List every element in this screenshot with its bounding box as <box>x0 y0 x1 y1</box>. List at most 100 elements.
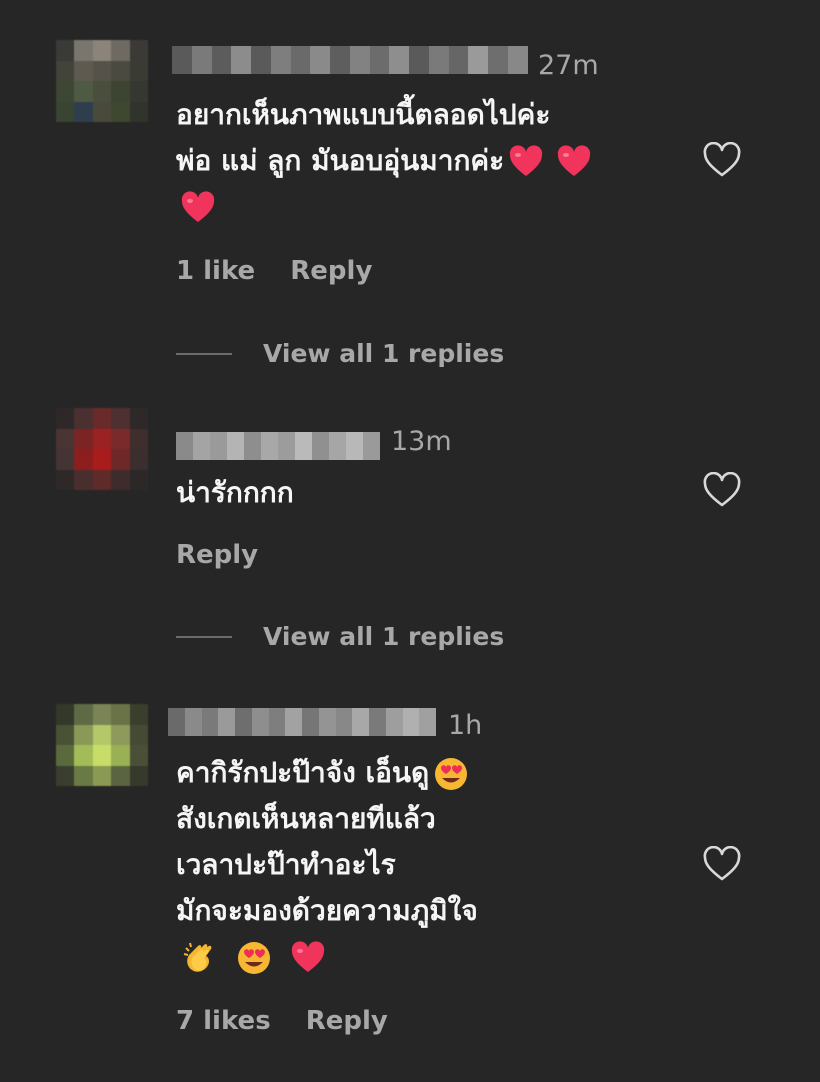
comment-meta: 7 likes Reply <box>176 1006 388 1036</box>
username-mosaic-cell <box>419 708 436 736</box>
username-mosaic-cell <box>285 708 302 736</box>
like-heart-icon[interactable] <box>702 142 742 178</box>
username-mosaic-cell <box>226 432 244 460</box>
username-mosaic-cell <box>345 432 363 460</box>
comment-line: สังเกตเห็นหลายทีแล้ว <box>176 802 436 835</box>
blurred-username[interactable] <box>168 708 436 736</box>
avatar-mosaic-cell <box>92 40 112 61</box>
avatar-mosaic-cell <box>56 724 75 745</box>
heart-emoji-icon <box>291 941 324 972</box>
avatar[interactable] <box>56 704 148 786</box>
avatar-mosaic-cell <box>56 40 75 61</box>
avatar-mosaic-cell <box>129 101 148 122</box>
blurred-username[interactable] <box>172 46 528 74</box>
avatar-mosaic-cell <box>92 704 112 725</box>
comment-time: 1h <box>448 710 483 741</box>
like-heart-icon[interactable] <box>702 846 742 882</box>
avatar-mosaic-cell <box>74 765 93 786</box>
avatar-mosaic-cell <box>111 449 130 470</box>
avatar-mosaic-cell <box>56 81 75 102</box>
avatar-mosaic-cell <box>74 60 93 81</box>
avatar-mosaic-cell <box>129 449 148 470</box>
comment-time: 13m <box>391 426 452 457</box>
avatar-mosaic-cell <box>56 765 75 786</box>
username-mosaic-cell <box>448 46 469 74</box>
blurred-username[interactable] <box>176 432 380 460</box>
avatar-mosaic-cell <box>74 81 93 102</box>
username-mosaic-cell <box>349 46 370 74</box>
avatar-mosaic-cell <box>56 745 75 766</box>
username-mosaic-cell <box>294 432 312 460</box>
reply-button[interactable]: Reply <box>306 1006 388 1036</box>
avatar-mosaic-cell <box>111 81 130 102</box>
avatar-mosaic-cell <box>111 724 130 745</box>
avatar-mosaic-cell <box>56 408 75 429</box>
username-mosaic-cell <box>218 708 235 736</box>
avatar-mosaic-cell <box>56 469 75 490</box>
username-mosaic-cell <box>409 46 429 74</box>
avatar-mosaic-cell <box>129 81 148 102</box>
comment-line: อยากเห็นภาพแบบนี้ตลอดไปค่ะ <box>176 98 551 131</box>
avatar-mosaic-cell <box>92 408 112 429</box>
username-mosaic-cell <box>191 46 212 74</box>
username-mosaic-cell <box>277 432 295 460</box>
username-mosaic-cell <box>251 708 269 736</box>
reply-button[interactable]: Reply <box>290 256 372 286</box>
username-mosaic-cell <box>184 708 202 736</box>
avatar-mosaic-cell <box>111 40 130 61</box>
username-mosaic-cell <box>402 708 420 736</box>
avatar-mosaic-cell <box>129 745 148 766</box>
avatar-mosaic-cell <box>74 704 93 725</box>
username-mosaic-cell <box>468 46 489 74</box>
avatar-mosaic-cell <box>111 60 130 81</box>
username-mosaic-cell <box>508 46 528 74</box>
avatar-mosaic-cell <box>92 745 112 766</box>
avatar-mosaic-cell <box>111 469 130 490</box>
avatar-mosaic-cell <box>129 40 148 61</box>
avatar[interactable] <box>56 40 148 122</box>
avatar[interactable] <box>56 408 148 490</box>
username-mosaic-cell <box>211 46 232 74</box>
username-mosaic-cell <box>270 46 291 74</box>
username-mosaic-cell <box>235 708 252 736</box>
avatar-mosaic-cell <box>56 428 75 449</box>
username-mosaic-cell <box>335 708 353 736</box>
username-mosaic-cell <box>310 46 331 74</box>
avatar-mosaic-cell <box>111 765 130 786</box>
avatar-mosaic-cell <box>111 408 130 429</box>
avatar-mosaic-cell <box>56 101 75 122</box>
view-replies-button[interactable]: View all 1 replies <box>263 622 504 651</box>
comment-line: มักจะมองด้วยความภูมิใจ <box>176 894 478 927</box>
likes-count[interactable]: 1 like <box>176 256 255 286</box>
comment-line: พ่อ แม่ ลูก มันอบอุ่นมากค่ะ <box>176 138 592 184</box>
avatar-mosaic-cell <box>92 101 112 122</box>
avatar-mosaic-cell <box>74 408 93 429</box>
avatar-mosaic-cell <box>129 704 148 725</box>
avatar-mosaic-cell <box>111 704 130 725</box>
username-mosaic-cell <box>328 432 346 460</box>
username-mosaic-cell <box>369 708 386 736</box>
heart-eyes-emoji-icon <box>435 758 468 790</box>
like-heart-icon[interactable] <box>702 472 742 508</box>
comment-meta: Reply <box>176 540 258 570</box>
replies-divider <box>176 636 232 638</box>
username-mosaic-cell <box>330 46 350 74</box>
avatar-mosaic-cell <box>74 724 93 745</box>
avatar-mosaic-cell <box>129 765 148 786</box>
reply-button[interactable]: Reply <box>176 540 258 570</box>
username-mosaic-cell <box>172 46 192 74</box>
heart-emoji-icon <box>181 191 215 222</box>
username-mosaic-cell <box>243 432 261 460</box>
avatar-mosaic-cell <box>74 101 93 122</box>
username-mosaic-cell <box>192 432 210 460</box>
avatar-mosaic-cell <box>129 408 148 429</box>
view-replies-button[interactable]: View all 1 replies <box>263 339 504 368</box>
username-mosaic-cell <box>251 46 271 74</box>
likes-count[interactable]: 7 likes <box>176 1006 271 1036</box>
heart-emoji-icon <box>510 145 543 176</box>
comment-line-text: คากิรักปะป๊าจัง เอ็นดู <box>176 756 430 789</box>
replies-divider <box>176 353 232 355</box>
username-mosaic-cell <box>369 46 390 74</box>
avatar-mosaic-cell <box>74 469 93 490</box>
username-mosaic-cell <box>260 432 278 460</box>
